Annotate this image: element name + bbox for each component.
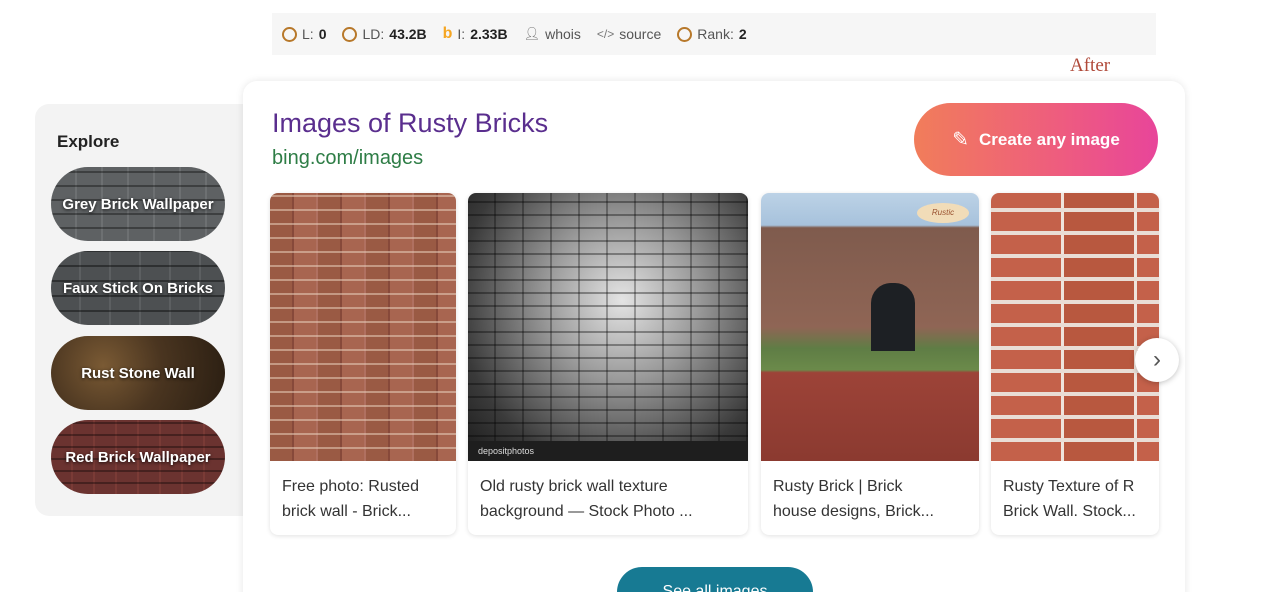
image-tile[interactable]: Free photo: Rusted brick wall - Brick... — [270, 193, 456, 535]
bing-icon: b — [442, 25, 453, 42]
create-any-image-button[interactable]: ✎ Create any image — [914, 103, 1158, 176]
image-caption: Rusty Brick | Brick house designs, Brick… — [773, 478, 934, 520]
image-caption: Old rusty brick wall texture background … — [480, 478, 693, 520]
seo-source[interactable]: </> source — [597, 26, 661, 42]
explore-item-red-brick-wallpaper[interactable]: Red Brick Wallpaper — [51, 420, 225, 494]
image-tile[interactable]: Rusty Texture of R Brick Wall. Stock... — [991, 193, 1159, 535]
image-tile[interactable]: Rustic Rusty Brick | Brick house designs… — [761, 193, 979, 535]
explore-item-rust-stone-wall[interactable]: Rust Stone Wall — [51, 336, 225, 410]
seo-whois[interactable]: 👤︎ whois — [524, 26, 581, 42]
watermark-strip: depositphotos — [468, 441, 748, 461]
circle-icon — [677, 26, 693, 42]
explore-sidebar: Explore Grey Brick Wallpaper Faux Stick … — [35, 104, 250, 516]
explore-item-faux-stick-on-bricks[interactable]: Faux Stick On Bricks — [51, 251, 225, 325]
carousel-next-button[interactable]: › — [1135, 338, 1179, 382]
after-annotation: After — [1070, 55, 1111, 76]
old-rusty-brick-wall-image: depositphotos — [468, 193, 748, 461]
seo-rank[interactable]: Rank: 2 — [677, 26, 747, 42]
circle-icon — [342, 26, 358, 42]
seo-toolbar: L: 0 LD: 43.2B b I: 2.33B 👤︎ whois </> sour… — [272, 13, 1156, 55]
circle-icon — [282, 26, 297, 42]
house-door — [871, 283, 915, 351]
explore-title: Explore — [57, 132, 120, 151]
explore-item-grey-brick-wallpaper[interactable]: Grey Brick Wallpaper — [51, 167, 225, 241]
image-caption: Rusty Texture of R Brick Wall. Stock... — [1003, 478, 1136, 520]
card-source-url: bing.com/images — [272, 147, 424, 169]
see-all-images-button[interactable]: See all images — [617, 567, 813, 592]
chevron-right-icon: › — [1153, 346, 1161, 373]
brick-house-image: Rustic — [761, 193, 979, 461]
seo-links[interactable]: L: 0 — [282, 26, 326, 42]
seo-linking-domains[interactable]: LD: 43.2B — [342, 26, 427, 42]
red-brick-texture-image — [991, 193, 1159, 461]
person-icon: 👤︎ — [523, 26, 541, 41]
rustic-logo: Rustic — [917, 203, 969, 223]
image-caption: Free photo: Rusted brick wall - Brick... — [282, 478, 419, 520]
card-title-link[interactable]: Images of Rusty Bricks — [272, 108, 548, 139]
images-answer-card: Images of Rusty Bricks bing.com/images ✎… — [243, 81, 1185, 592]
image-tile[interactable]: depositphotos Old rusty brick wall textu… — [468, 193, 748, 535]
rusted-brick-wall-image — [270, 193, 456, 461]
seo-bing-index[interactable]: b I: 2.33B — [442, 25, 508, 43]
code-icon: </> — [596, 27, 615, 41]
image-create-icon: ✎ — [952, 129, 969, 151]
